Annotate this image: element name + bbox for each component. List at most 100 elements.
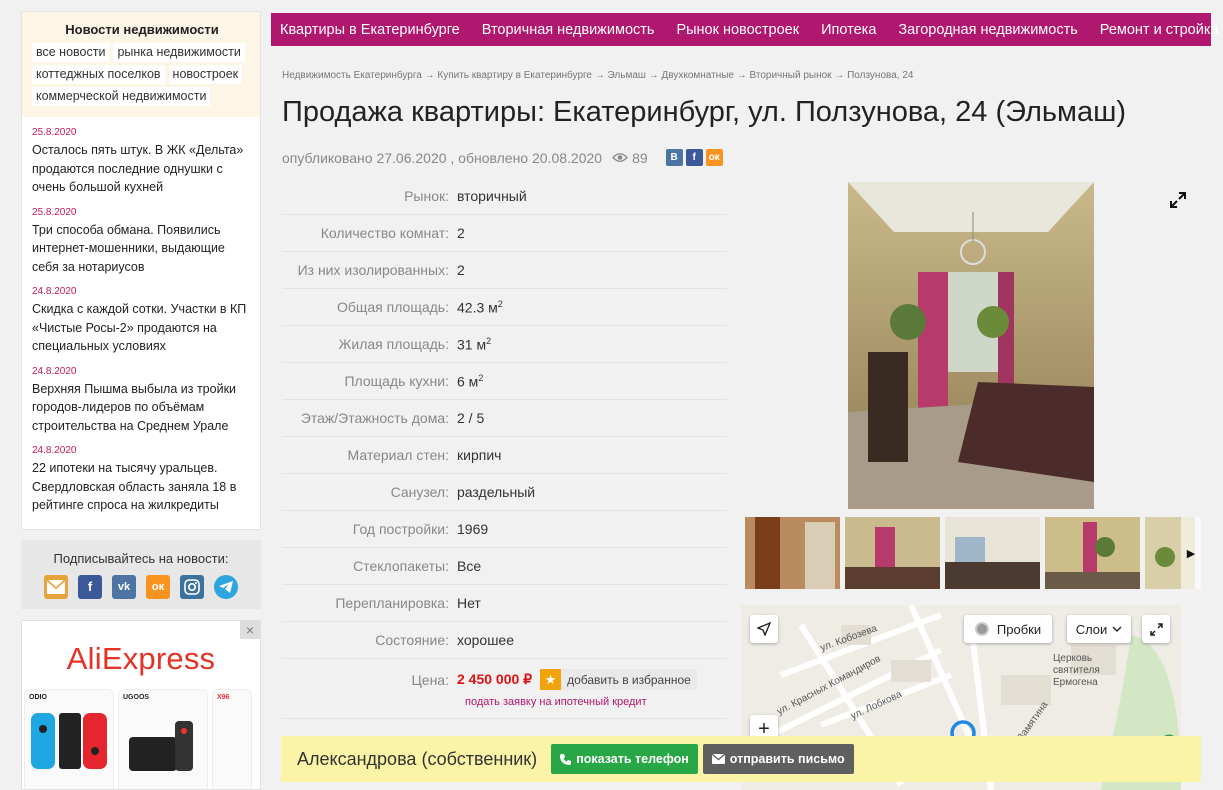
news-title[interactable]: Три способа обмана. Появились интернет-м… [32, 221, 250, 277]
photo-thumbnail[interactable] [745, 517, 840, 589]
tag-commercial[interactable]: коммерческой недвижимости [32, 87, 211, 106]
news-item[interactable]: 25.8.2020 Три способа обмана. Появились … [32, 207, 250, 277]
views: 89 [612, 150, 648, 166]
news-item[interactable]: 25.8.2020 Осталось пять штук. В ЖК «Дель… [32, 127, 250, 197]
news-title[interactable]: Осталось пять штук. В ЖК «Дельта» продаю… [32, 141, 250, 197]
ad-product[interactable]: ODIO [24, 688, 114, 789]
phone-icon [560, 753, 572, 765]
property-value: 2 / 5 [457, 410, 485, 426]
vk-icon[interactable]: vk [112, 574, 136, 599]
left-sidebar: Новости недвижимости все новости рынка н… [21, 11, 261, 790]
published-text: опубликовано 27.06.2020 , обновлено 20.0… [282, 149, 603, 166]
news-item[interactable]: 24.8.2020 Верхняя Пышма выбыла из тройки… [32, 366, 250, 436]
property-row: Стеклопакеты: Все [282, 548, 727, 585]
email-subscribe-icon[interactable] [44, 574, 68, 599]
eye-icon [612, 153, 628, 162]
property-value: хорошее [457, 632, 515, 648]
map-fullscreen-button[interactable] [1142, 615, 1170, 643]
property-value: кирпич [457, 447, 502, 463]
ad-banner[interactable]: × AliExpress ODIO UGOOS X96 [21, 619, 261, 790]
property-label: Рынок: [404, 188, 449, 204]
subscribe-widget: Подписывайтесь на новости: f vk ок [21, 539, 261, 609]
news-date: 24.8.2020 [32, 286, 77, 297]
news-date: 24.8.2020 [32, 365, 77, 377]
facebook-share-icon[interactable]: f [685, 149, 703, 166]
price-value: 2 450 000 ₽ [457, 671, 533, 687]
add-to-favorites-button[interactable]: ★ добавить в избранное [540, 669, 697, 690]
instagram-icon[interactable] [180, 574, 204, 599]
top-nav: Квартиры в Екатеринбурге Вторичная недви… [271, 13, 1219, 46]
share-buttons: В f ок [665, 149, 723, 166]
property-label: Материал стен: [347, 447, 449, 463]
property-label: Количество комнат: [320, 225, 449, 241]
property-value: раздельный [457, 484, 536, 500]
news-widget-title: Новости недвижимости [65, 22, 219, 37]
nav-new-buildings[interactable]: Рынок новостроек [676, 22, 799, 38]
send-mail-label: отправить письмо [729, 752, 845, 766]
property-row: Рынок: вторичный [282, 178, 727, 215]
nav-apartments[interactable]: Квартиры в Екатеринбурге [280, 22, 460, 38]
news-title[interactable]: Скидка с каждой сотки. Участки в КП «Чис… [32, 300, 250, 356]
news-item[interactable]: 24.8.2020 22 ипотеки на тысячу уральцев.… [32, 445, 250, 515]
price-label: Цена: [411, 671, 449, 688]
property-value: Все [457, 558, 482, 574]
show-phone-button[interactable]: показать телефон [551, 744, 698, 774]
tag-new-buildings[interactable]: новостроек [168, 65, 243, 84]
tag-cottages[interactable]: коттеджных поселков [32, 65, 165, 84]
property-label: Площадь кухни: [344, 373, 449, 389]
odnoklassniki-icon[interactable]: ок [146, 574, 170, 599]
nav-secondary[interactable]: Вторичная недвижимость [482, 22, 655, 38]
nav-suburban[interactable]: Загородная недвижимость [898, 22, 1077, 38]
nav-repair[interactable]: Ремонт и стройка [1100, 22, 1219, 38]
photo-thumbnail[interactable] [845, 517, 940, 589]
mortgage-link[interactable]: подать заявку на ипотечный кредит [465, 696, 727, 708]
news-item[interactable]: 24.8.2020 Скидка с каждой сотки. Участки… [32, 286, 250, 356]
telegram-icon[interactable] [214, 574, 238, 599]
map-traffic-button[interactable]: Пробки [964, 615, 1052, 643]
seller-name: Александрова (собственник) [297, 748, 538, 769]
photo-thumbnail[interactable] [1045, 517, 1140, 589]
chevron-down-icon [1112, 626, 1122, 632]
map-locate-button[interactable] [750, 615, 778, 643]
property-label: Из них изолированных: [297, 262, 449, 278]
thumbnail-next-arrow-icon[interactable]: ▶ [1181, 517, 1201, 589]
property-label: Этаж/Этажность дома: [300, 410, 449, 426]
photo-thumbnail[interactable] [945, 517, 1040, 589]
ad-close-icon[interactable]: × [240, 620, 260, 639]
main-photo[interactable] [848, 182, 1094, 509]
tag-market[interactable]: рынка недвижимости [113, 43, 245, 62]
show-phone-label: показать телефон [576, 752, 689, 766]
news-date: 25.8.2020 [32, 206, 77, 218]
ad-product[interactable]: UGOOS [118, 688, 208, 789]
property-label: Год постройки: [352, 521, 449, 537]
property-label: Перепланировка: [335, 595, 449, 611]
fullscreen-icon [1149, 622, 1163, 636]
facebook-icon[interactable]: f [78, 574, 102, 599]
property-value: 6 м2 [457, 372, 484, 390]
send-mail-button[interactable]: отправить письмо [702, 744, 854, 774]
tag-all-news[interactable]: все новости [32, 43, 110, 62]
property-table: Рынок: вторичный Количество комнат: 2 Из н… [282, 178, 727, 719]
vk-share-icon[interactable]: В [665, 149, 683, 166]
property-label: Стеклопакеты: [353, 558, 449, 574]
news-title[interactable]: 22 ипотеки на тысячу уральцев. Свердловс… [32, 459, 250, 515]
star-icon: ★ [540, 669, 562, 690]
add-to-favorites-label: добавить в избранное [567, 672, 691, 687]
news-title[interactable]: Верхняя Пышма выбыла из тройки городов-л… [32, 380, 250, 436]
ok-share-icon[interactable]: ок [705, 149, 723, 166]
map-poi-label: Церковь святителя Ермогена [1053, 653, 1100, 688]
breadcrumb[interactable]: Недвижимость Екатеринбурга → Купить квар… [282, 70, 913, 81]
news-date: 24.8.2020 [32, 445, 77, 456]
property-row: Площадь кухни: 6 м2 [282, 363, 727, 400]
fullscreen-icon[interactable] [1170, 192, 1186, 208]
news-widget-header: Новости недвижимости все новости рынка н… [22, 12, 260, 117]
map-layers-button[interactable]: Слои [1067, 615, 1131, 643]
nav-mortgage[interactable]: Ипотека [821, 22, 876, 38]
contact-bar: Александрова (собственник) показать теле… [281, 736, 1201, 782]
property-value: 42.3 м2 [457, 298, 503, 316]
ad-product[interactable]: X96 [212, 688, 252, 789]
property-label: Общая площадь: [336, 299, 449, 315]
traffic-icon [974, 622, 989, 636]
property-row: Из них изолированных: 2 [282, 252, 727, 289]
map-traffic-label: Пробки [996, 621, 1042, 637]
